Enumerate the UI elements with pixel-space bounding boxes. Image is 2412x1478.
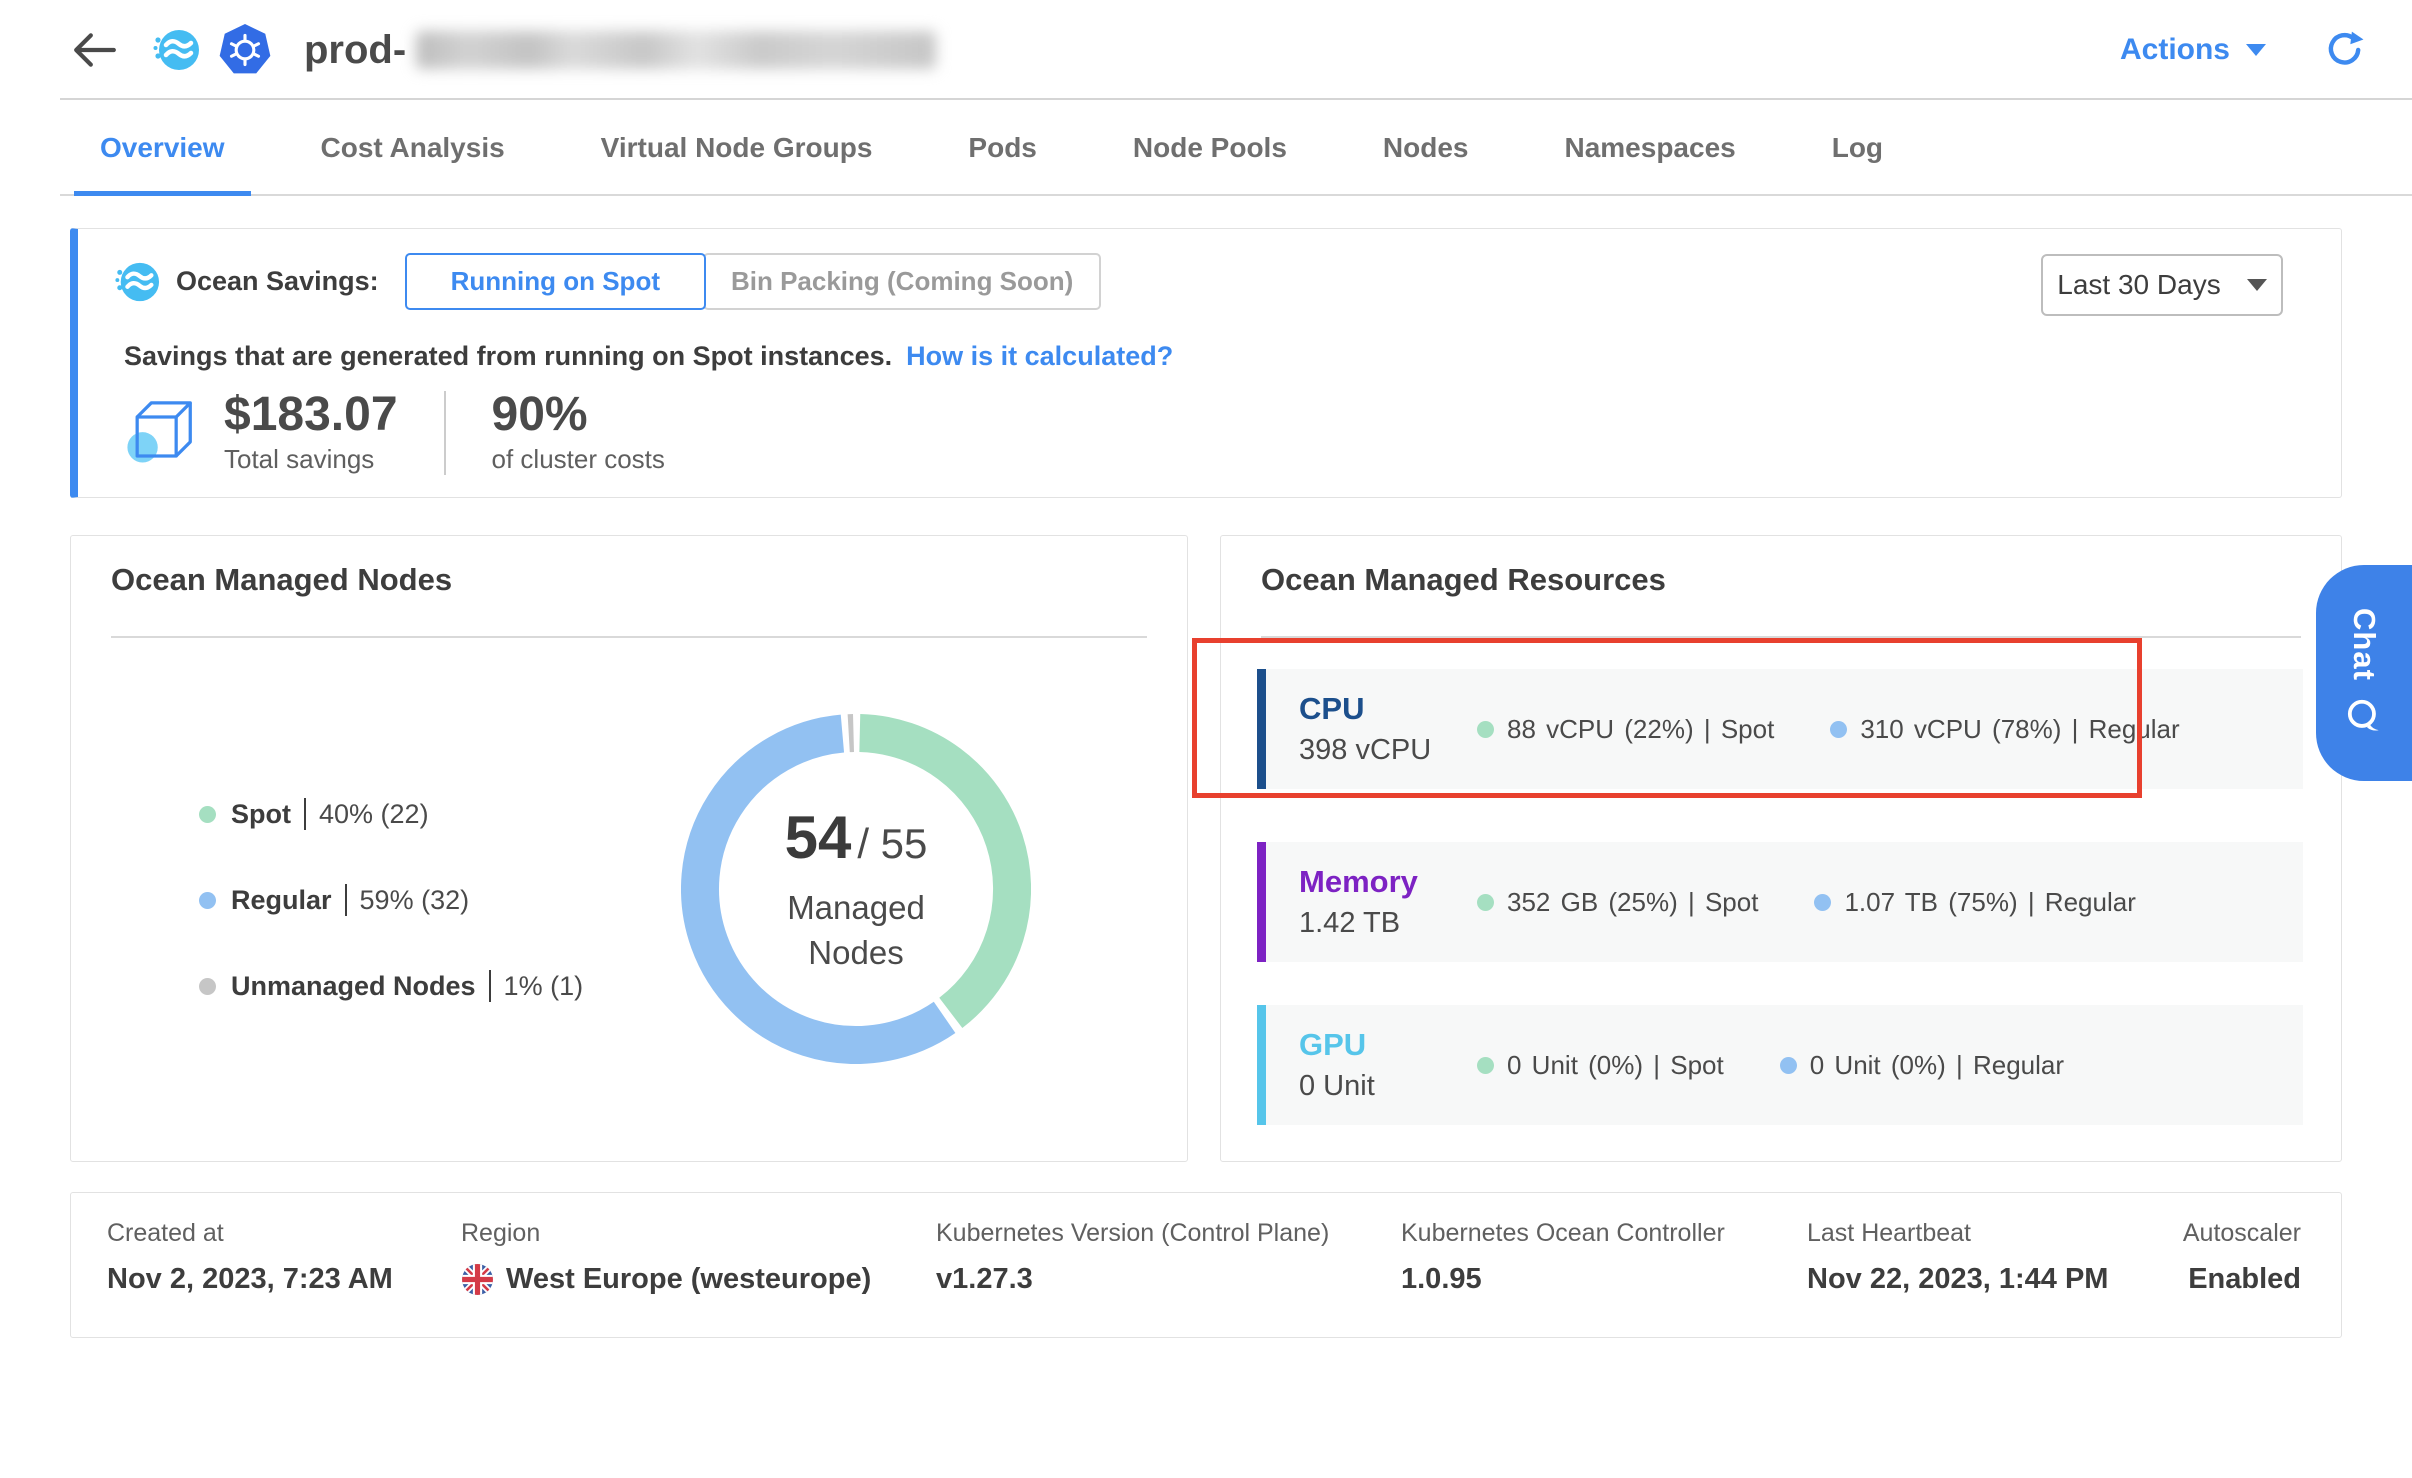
chat-label: Chat bbox=[2346, 608, 2382, 681]
managed-nodes-title: Ocean Managed Nodes bbox=[111, 562, 452, 598]
divider bbox=[345, 884, 347, 916]
tab-cost-analysis[interactable]: Cost Analysis bbox=[321, 100, 505, 196]
how-calculated-link[interactable]: How is it calculated? bbox=[906, 341, 1173, 371]
refresh-button[interactable] bbox=[2324, 30, 2364, 70]
memory-label: Memory bbox=[1299, 864, 1477, 900]
created-at-field: Created at Nov 2, 2023, 7:23 AM bbox=[107, 1219, 393, 1296]
tab-overview[interactable]: Overview bbox=[100, 100, 225, 196]
legend-item-regular: Regular 59% (32) bbox=[199, 884, 583, 916]
gpu-total: 0 Unit bbox=[1299, 1070, 1477, 1103]
running-on-spot-toggle[interactable]: Running on Spot bbox=[405, 253, 706, 310]
header-actions: Actions bbox=[2120, 0, 2364, 100]
savings-stats: $183.07 Total savings 90% of cluster cos… bbox=[122, 387, 665, 475]
spot-dot-icon bbox=[1477, 894, 1494, 911]
last-heartbeat-field: Last Heartbeat Nov 22, 2023, 1:44 PM bbox=[1807, 1219, 2108, 1296]
ocean-wave-icon bbox=[114, 259, 160, 305]
cpu-total: 398 vCPU bbox=[1299, 734, 1477, 767]
divider bbox=[111, 636, 1147, 638]
divider bbox=[304, 798, 306, 830]
memory-spot-metric: 352 GB (25%) | Spot bbox=[1477, 887, 1758, 918]
gpu-accent-bar bbox=[1257, 1005, 1266, 1125]
total-savings-stat: $183.07 Total savings bbox=[224, 387, 398, 475]
bin-packing-toggle[interactable]: Bin Packing (Coming Soon) bbox=[703, 253, 1101, 310]
legend-item-spot: Spot 40% (22) bbox=[199, 798, 583, 830]
cpu-regular-metric: 310 vCPU (78%) | Regular bbox=[1830, 714, 2179, 745]
cluster-cost-stat: 90% of cluster costs bbox=[492, 387, 665, 475]
total-count: / 55 bbox=[857, 820, 927, 867]
divider bbox=[489, 970, 491, 1002]
gpu-label: GPU bbox=[1299, 1027, 1477, 1063]
ocean-savings-card: Ocean Savings: Running on Spot Bin Packi… bbox=[70, 228, 2342, 498]
k8s-version-field: Kubernetes Version (Control Plane) v1.27… bbox=[936, 1219, 1329, 1296]
donut-center-text: 54/ 55 Managed Nodes bbox=[681, 714, 1031, 1064]
legend-item-unmanaged: Unmanaged Nodes 1% (1) bbox=[199, 970, 583, 1002]
tab-pods[interactable]: Pods bbox=[968, 100, 1036, 196]
gpu-regular-metric: 0 Unit (0%) | Regular bbox=[1780, 1050, 2064, 1081]
region-field: Region West Europe (westeurope) bbox=[461, 1219, 871, 1296]
ocean-managed-resources-card: Ocean Managed Resources CPU 398 vCPU 88 … bbox=[1220, 535, 2342, 1162]
stat-divider bbox=[444, 391, 446, 475]
cluster-cost-percent: 90% bbox=[492, 387, 665, 442]
spot-dot-icon bbox=[1477, 1057, 1494, 1074]
tab-node-pools[interactable]: Node Pools bbox=[1133, 100, 1287, 196]
unmanaged-dot-icon bbox=[199, 978, 216, 995]
spot-dot-icon bbox=[1477, 721, 1494, 738]
cpu-resource-row: CPU 398 vCPU 88 vCPU (22%) | Spot 310 vC… bbox=[1257, 669, 2303, 789]
cpu-accent-bar bbox=[1257, 669, 1266, 789]
managed-count: 54 bbox=[785, 804, 852, 871]
total-savings-label: Total savings bbox=[224, 444, 398, 475]
ocean-logo-icon bbox=[152, 26, 200, 74]
ocean-savings-label: Ocean Savings: bbox=[176, 266, 379, 297]
header: prod- Actions bbox=[0, 0, 2412, 100]
ocean-savings-header: Ocean Savings: Running on Spot Bin Packi… bbox=[114, 253, 1101, 310]
managed-resources-title: Ocean Managed Resources bbox=[1261, 562, 1666, 598]
page-title: prod- bbox=[304, 28, 936, 73]
cpu-label: CPU bbox=[1299, 691, 1477, 727]
chat-bubble-icon bbox=[2343, 696, 2385, 738]
redacted-cluster-name bbox=[416, 31, 936, 69]
cluster-info-bar: Created at Nov 2, 2023, 7:23 AM Region W… bbox=[70, 1192, 2342, 1338]
gpu-spot-metric: 0 Unit (0%) | Spot bbox=[1477, 1050, 1724, 1081]
autoscaler-field: Autoscaler Enabled bbox=[2183, 1219, 2301, 1296]
managed-nodes-donut: 54/ 55 Managed Nodes bbox=[681, 714, 1031, 1064]
actions-button[interactable]: Actions bbox=[2120, 33, 2266, 67]
tab-namespaces[interactable]: Namespaces bbox=[1564, 100, 1735, 196]
ocean-cluster-overview-page: prod- Actions Overview Cost Analysis Vir… bbox=[0, 0, 2412, 1478]
regular-dot-icon bbox=[199, 892, 216, 909]
kubernetes-logo-icon bbox=[218, 23, 272, 77]
tab-virtual-node-groups[interactable]: Virtual Node Groups bbox=[601, 100, 873, 196]
savings-description: Savings that are generated from running … bbox=[124, 341, 1173, 372]
donut-label: Managed Nodes bbox=[787, 886, 925, 975]
tab-nodes[interactable]: Nodes bbox=[1383, 100, 1469, 196]
divider bbox=[1261, 636, 2301, 638]
spot-dot-icon bbox=[199, 806, 216, 823]
period-dropdown[interactable]: Last 30 Days bbox=[2041, 254, 2283, 316]
uk-flag-icon bbox=[461, 1263, 494, 1296]
gpu-resource-row: GPU 0 Unit 0 Unit (0%) | Spot 0 Unit (0%… bbox=[1257, 1005, 2303, 1125]
chat-button[interactable]: Chat bbox=[2316, 565, 2412, 781]
tab-bar: Overview Cost Analysis Virtual Node Grou… bbox=[0, 100, 2412, 196]
back-arrow-icon bbox=[72, 31, 118, 69]
cpu-spot-metric: 88 vCPU (22%) | Spot bbox=[1477, 714, 1774, 745]
memory-total: 1.42 TB bbox=[1299, 907, 1477, 940]
chevron-down-icon bbox=[2247, 279, 2267, 291]
nodes-legend: Spot 40% (22) Regular 59% (32) Unmanaged… bbox=[199, 798, 583, 1002]
autoscaler-status: Enabled bbox=[2183, 1263, 2301, 1296]
chevron-down-icon bbox=[2246, 44, 2266, 56]
ocean-managed-nodes-card: Ocean Managed Nodes Spot 40% (22) Regula… bbox=[70, 535, 1188, 1162]
tab-log[interactable]: Log bbox=[1832, 100, 1883, 196]
ocean-controller-field: Kubernetes Ocean Controller 1.0.95 bbox=[1401, 1219, 1725, 1296]
regular-dot-icon bbox=[1814, 894, 1831, 911]
memory-resource-row: Memory 1.42 TB 352 GB (25%) | Spot 1.07 … bbox=[1257, 842, 2303, 962]
total-savings-value: $183.07 bbox=[224, 387, 398, 442]
cluster-cost-label: of cluster costs bbox=[492, 444, 665, 475]
refresh-icon bbox=[2324, 30, 2364, 70]
memory-regular-metric: 1.07 TB (75%) | Regular bbox=[1814, 887, 2135, 918]
period-dropdown-value: Last 30 Days bbox=[2057, 269, 2220, 301]
regular-dot-icon bbox=[1830, 721, 1847, 738]
regular-dot-icon bbox=[1780, 1057, 1797, 1074]
memory-accent-bar bbox=[1257, 842, 1266, 962]
back-button[interactable] bbox=[72, 31, 118, 69]
savings-cube-icon bbox=[122, 391, 200, 469]
